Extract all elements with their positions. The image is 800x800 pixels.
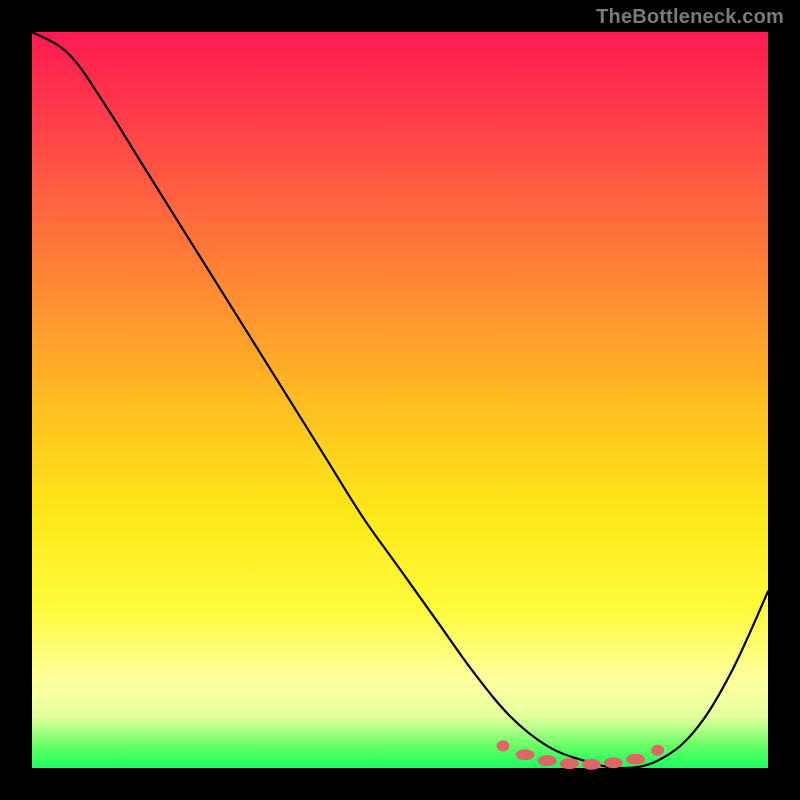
optimal-dot <box>604 758 622 768</box>
watermark-text: TheBottleneck.com <box>596 6 784 29</box>
optimal-dot <box>582 759 600 769</box>
optimal-dot <box>497 741 509 751</box>
optimal-region-dots <box>497 741 664 769</box>
chart-frame: TheBottleneck.com <box>0 0 800 800</box>
optimal-dot <box>516 750 534 760</box>
optimal-dot <box>538 756 556 766</box>
optimal-dot <box>560 759 578 769</box>
optimal-dot <box>627 754 645 764</box>
bottleneck-curve-svg <box>32 32 768 768</box>
optimal-dot <box>652 745 664 755</box>
bottleneck-curve <box>32 32 768 768</box>
plot-area <box>32 32 768 768</box>
